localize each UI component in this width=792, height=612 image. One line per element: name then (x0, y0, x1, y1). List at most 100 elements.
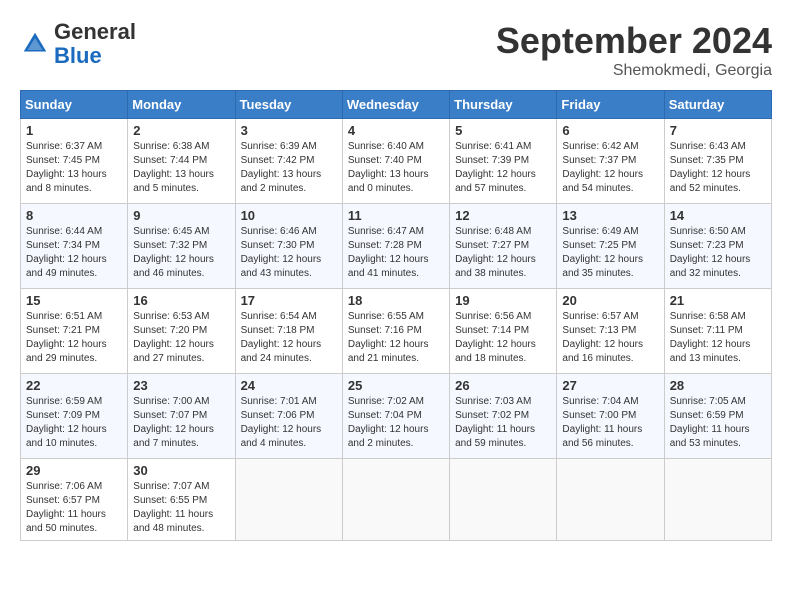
cell-details: Sunrise: 6:49 AMSunset: 7:25 PMDaylight:… (562, 225, 658, 281)
calendar-table: SundayMondayTuesdayWednesdayThursdayFrid… (20, 90, 772, 541)
cell-details: Sunrise: 6:45 AMSunset: 7:32 PMDaylight:… (133, 225, 229, 281)
calendar-cell: 7Sunrise: 6:43 AMSunset: 7:35 PMDaylight… (664, 119, 771, 204)
cell-details: Sunrise: 6:46 AMSunset: 7:30 PMDaylight:… (241, 225, 337, 281)
day-number: 15 (26, 293, 122, 308)
calendar-cell: 27Sunrise: 7:04 AMSunset: 7:00 PMDayligh… (557, 374, 664, 459)
cell-details: Sunrise: 6:44 AMSunset: 7:34 PMDaylight:… (26, 225, 122, 281)
calendar-cell: 20 Sunrise: 6:57 AMSunset: 7:13 PMDayligh… (557, 289, 664, 374)
calendar-cell: 14 Sunrise: 6:50 AMSunset: 7:23 PMDayligh… (664, 204, 771, 289)
day-number: 5 (455, 123, 551, 138)
cell-details: Sunrise: 6:50 AMSunset: 7:23 PMDaylight:… (670, 225, 766, 281)
cell-details: Sunrise: 7:01 AMSunset: 7:06 PMDaylight:… (241, 395, 337, 451)
calendar-week-row: 22 Sunrise: 6:59 AMSunset: 7:09 PMDayligh… (21, 374, 772, 459)
day-number: 30 (133, 463, 229, 478)
day-number: 4 (348, 123, 444, 138)
day-number: 17 (241, 293, 337, 308)
calendar-cell (557, 459, 664, 541)
day-number: 10 (241, 208, 337, 223)
cell-details: Sunrise: 6:43 AMSunset: 7:35 PMDaylight:… (670, 140, 766, 196)
cell-details: Sunrise: 6:39 AMSunset: 7:42 PMDaylight:… (241, 140, 337, 196)
calendar-cell: 18 Sunrise: 6:55 AMSunset: 7:16 PMDayligh… (342, 289, 449, 374)
calendar-cell: 29 Sunrise: 7:06 AMSunset: 6:57 PMDayligh… (21, 459, 128, 541)
calendar-cell: 24 Sunrise: 7:01 AMSunset: 7:06 PMDayligh… (235, 374, 342, 459)
cell-details: Sunrise: 6:40 AMSunset: 7:40 PMDaylight:… (348, 140, 444, 196)
day-number: 29 (26, 463, 122, 478)
day-number: 28 (670, 378, 766, 393)
day-number: 9 (133, 208, 229, 223)
day-number: 24 (241, 378, 337, 393)
weekday-header: Sunday (21, 91, 128, 119)
cell-details: Sunrise: 6:42 AMSunset: 7:37 PMDaylight:… (562, 140, 658, 196)
logo-general: General (54, 20, 136, 44)
calendar-cell: 2 Sunrise: 6:38 AMSunset: 7:44 PMDaylight… (128, 119, 235, 204)
logo: General Blue (20, 20, 136, 68)
day-number: 20 (562, 293, 658, 308)
cell-details: Sunrise: 6:38 AMSunset: 7:44 PMDaylight:… (133, 140, 229, 196)
cell-details: Sunrise: 6:57 AMSunset: 7:13 PMDaylight:… (562, 310, 658, 366)
day-number: 6 (562, 123, 658, 138)
cell-details: Sunrise: 7:00 AMSunset: 7:07 PMDaylight:… (133, 395, 229, 451)
day-number: 22 (26, 378, 122, 393)
calendar-cell: 30 Sunrise: 7:07 AMSunset: 6:55 PMDayligh… (128, 459, 235, 541)
cell-details: Sunrise: 6:41 AMSunset: 7:39 PMDaylight:… (455, 140, 551, 196)
calendar-cell: 4 Sunrise: 6:40 AMSunset: 7:40 PMDaylight… (342, 119, 449, 204)
calendar-cell: 11 Sunrise: 6:47 AMSunset: 7:28 PMDayligh… (342, 204, 449, 289)
cell-details: Sunrise: 6:47 AMSunset: 7:28 PMDaylight:… (348, 225, 444, 281)
logo-blue: Blue (54, 44, 136, 68)
cell-details: Sunrise: 7:03 AMSunset: 7:02 PMDaylight:… (455, 395, 551, 451)
calendar-cell: 22 Sunrise: 6:59 AMSunset: 7:09 PMDayligh… (21, 374, 128, 459)
day-number: 3 (241, 123, 337, 138)
day-number: 25 (348, 378, 444, 393)
logo-icon (20, 29, 50, 59)
cell-details: Sunrise: 6:59 AMSunset: 7:09 PMDaylight:… (26, 395, 122, 451)
day-number: 19 (455, 293, 551, 308)
day-number: 2 (133, 123, 229, 138)
weekday-header: Monday (128, 91, 235, 119)
month-title: September 2024 (496, 20, 772, 62)
calendar-week-row: 15 Sunrise: 6:51 AMSunset: 7:21 PMDayligh… (21, 289, 772, 374)
calendar-cell: 13 Sunrise: 6:49 AMSunset: 7:25 PMDayligh… (557, 204, 664, 289)
calendar-cell: 23 Sunrise: 7:00 AMSunset: 7:07 PMDayligh… (128, 374, 235, 459)
cell-details: Sunrise: 6:51 AMSunset: 7:21 PMDaylight:… (26, 310, 122, 366)
day-number: 12 (455, 208, 551, 223)
cell-details: Sunrise: 6:55 AMSunset: 7:16 PMDaylight:… (348, 310, 444, 366)
cell-details: Sunrise: 6:56 AMSunset: 7:14 PMDaylight:… (455, 310, 551, 366)
calendar-cell: 5 Sunrise: 6:41 AMSunset: 7:39 PMDaylight… (450, 119, 557, 204)
cell-details: Sunrise: 6:53 AMSunset: 7:20 PMDaylight:… (133, 310, 229, 366)
weekday-header: Tuesday (235, 91, 342, 119)
weekday-header: Saturday (664, 91, 771, 119)
calendar-cell: 10 Sunrise: 6:46 AMSunset: 7:30 PMDayligh… (235, 204, 342, 289)
logo-text: General Blue (54, 20, 136, 68)
calendar-cell (450, 459, 557, 541)
cell-details: Sunrise: 7:04 AMSunset: 7:00 PMDaylight:… (562, 395, 658, 451)
calendar-cell: 16 Sunrise: 6:53 AMSunset: 7:20 PMDayligh… (128, 289, 235, 374)
day-number: 13 (562, 208, 658, 223)
cell-details: Sunrise: 7:05 AMSunset: 6:59 PMDaylight:… (670, 395, 766, 451)
cell-details: Sunrise: 6:37 AMSunset: 7:45 PMDaylight:… (26, 140, 122, 196)
calendar-cell: 12 Sunrise: 6:48 AMSunset: 7:27 PMDayligh… (450, 204, 557, 289)
day-number: 1 (26, 123, 122, 138)
calendar-cell: 26Sunrise: 7:03 AMSunset: 7:02 PMDayligh… (450, 374, 557, 459)
calendar-cell: 28 Sunrise: 7:05 AMSunset: 6:59 PMDayligh… (664, 374, 771, 459)
day-number: 23 (133, 378, 229, 393)
cell-details: Sunrise: 7:07 AMSunset: 6:55 PMDaylight:… (133, 480, 229, 536)
calendar-cell: 1 Sunrise: 6:37 AMSunset: 7:45 PMDaylight… (21, 119, 128, 204)
calendar-cell (664, 459, 771, 541)
calendar-cell: 21Sunrise: 6:58 AMSunset: 7:11 PMDayligh… (664, 289, 771, 374)
weekday-header: Friday (557, 91, 664, 119)
day-number: 21 (670, 293, 766, 308)
title-block: September 2024 Shemokmedi, Georgia (496, 20, 772, 80)
day-number: 14 (670, 208, 766, 223)
cell-details: Sunrise: 7:06 AMSunset: 6:57 PMDaylight:… (26, 480, 122, 536)
calendar-cell: 6 Sunrise: 6:42 AMSunset: 7:37 PMDaylight… (557, 119, 664, 204)
calendar-week-row: 29 Sunrise: 7:06 AMSunset: 6:57 PMDayligh… (21, 459, 772, 541)
cell-details: Sunrise: 7:02 AMSunset: 7:04 PMDaylight:… (348, 395, 444, 451)
cell-details: Sunrise: 6:48 AMSunset: 7:27 PMDaylight:… (455, 225, 551, 281)
day-number: 8 (26, 208, 122, 223)
page-header: General Blue September 2024 Shemokmedi, … (20, 20, 772, 80)
weekday-header: Thursday (450, 91, 557, 119)
day-number: 18 (348, 293, 444, 308)
day-number: 16 (133, 293, 229, 308)
day-number: 11 (348, 208, 444, 223)
calendar-cell: 17Sunrise: 6:54 AMSunset: 7:18 PMDayligh… (235, 289, 342, 374)
